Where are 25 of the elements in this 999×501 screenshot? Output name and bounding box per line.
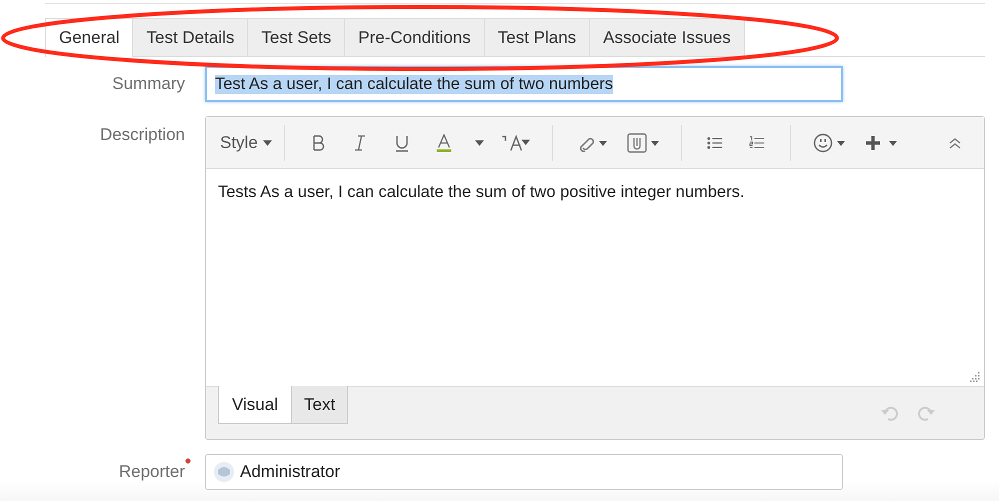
attachment-icon[interactable] <box>626 132 659 152</box>
style-dropdown[interactable]: Style <box>220 132 272 152</box>
tab[interactable]: Test Sets <box>248 18 346 56</box>
tab[interactable]: Test Details <box>133 18 248 56</box>
text-color-icon[interactable] <box>436 134 452 152</box>
field-label: Description <box>98 125 185 145</box>
tab[interactable]: Associate Issues <box>590 18 745 56</box>
collapse-icon[interactable] <box>948 136 962 148</box>
reporter-field[interactable]: Administrator <box>205 454 843 490</box>
field-label: Reporter <box>118 462 185 482</box>
avatar-icon <box>214 462 234 482</box>
editor-tab[interactable]: Visual <box>218 386 291 424</box>
tab[interactable]: Test Plans <box>484 18 590 56</box>
editor-tab[interactable]: Text <box>291 386 348 424</box>
caret-icon <box>262 140 272 146</box>
resize-handle-icon[interactable] <box>970 372 980 382</box>
summary-field[interactable]: Test As a user, I can calculate the sum of two numbers <box>205 66 843 102</box>
underline-icon[interactable] <box>394 134 410 152</box>
field-value: Test As a user, I can calculate the sum of two numbers <box>215 74 614 94</box>
caret-icon[interactable] <box>474 140 484 146</box>
description-text: Tests As a user, I can calculate the sum of two positive integer numbers. <box>218 183 746 202</box>
field-label: Summary <box>111 74 185 94</box>
field-value: Administrator <box>240 462 340 482</box>
tab[interactable]: Pre-Conditions <box>345 18 485 56</box>
emoticon-icon[interactable] <box>812 132 845 152</box>
